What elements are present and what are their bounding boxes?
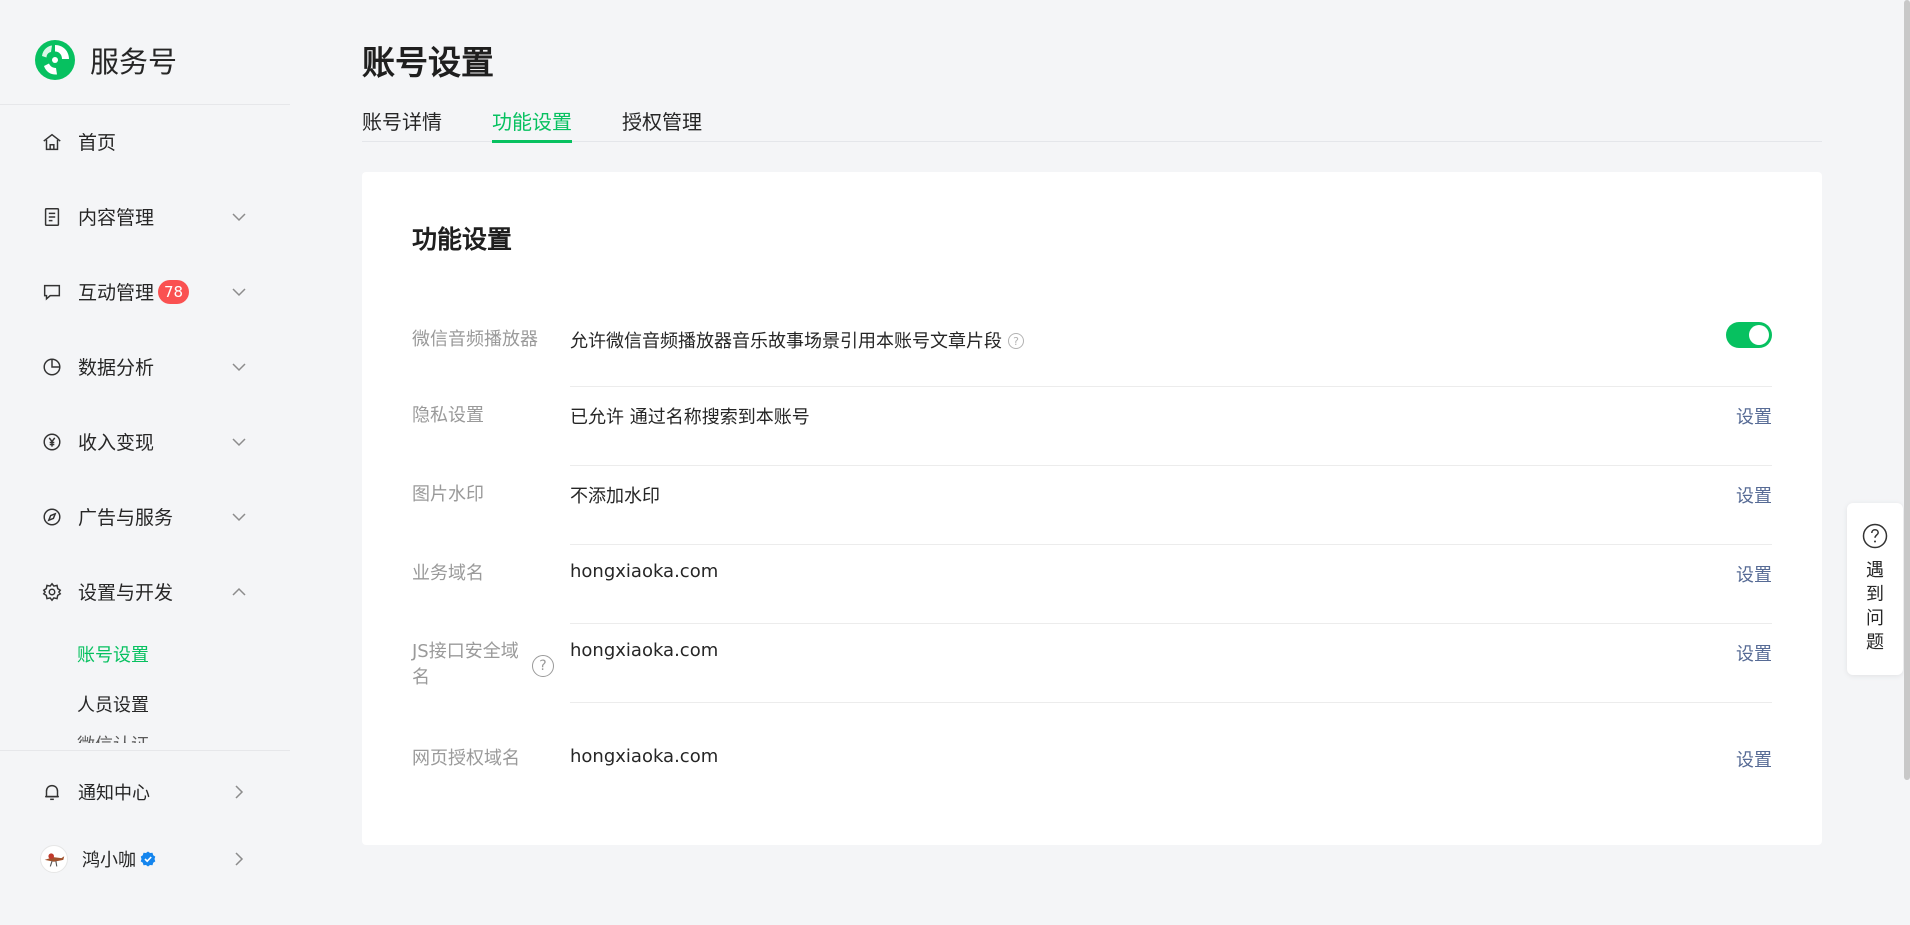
home-icon [40, 130, 64, 154]
sidebar-item-label: 互动管理 [78, 282, 155, 304]
row-divider [570, 544, 1772, 545]
help-floating-button[interactable]: 遇到问题 [1847, 503, 1903, 675]
sidebar-item-monetization[interactable]: 收入变现 [0, 404, 290, 479]
privacy-settings-link[interactable]: 设置 [1736, 403, 1772, 429]
setting-label-line1: JS接口安全域 [412, 641, 519, 662]
chevron-down-icon [230, 208, 248, 226]
row-divider [570, 465, 1772, 466]
chevron-right-icon [230, 850, 248, 868]
setting-row-business-domain: 业务域名 hongxiaoka.com 设置 [412, 558, 1772, 638]
message-icon [40, 280, 64, 304]
setting-row-oauth-domain: 网页授权域名 hongxiaoka.com 设置 [412, 743, 1772, 803]
pie-chart-icon [40, 355, 64, 379]
yen-icon [40, 430, 64, 454]
setting-value: 已允许 通过名称搜索到本账号 [570, 407, 810, 428]
notification-label: 通知中心 [78, 783, 150, 804]
feature-settings-card: 功能设置 微信音频播放器 允许微信音频播放器音乐故事场景引用本账号文章片段? 隐… [362, 172, 1822, 845]
setting-row-watermark: 图片水印 不添加水印 设置 [412, 479, 1772, 559]
chevron-down-icon [230, 508, 248, 526]
sidebar-item-analytics[interactable]: 数据分析 [0, 329, 290, 404]
page-scrollbar[interactable] [1904, 0, 1910, 780]
setting-label-line2: 名 [412, 667, 430, 688]
chevron-up-icon [230, 583, 248, 601]
setting-value-text: 允许微信音频播放器音乐故事场景引用本账号文章片段 [570, 331, 1002, 352]
business-domain-settings-link[interactable]: 设置 [1736, 561, 1772, 587]
setting-row-js-domain: JS接口安全域 名 ? hongxiaoka.com 设置 [412, 637, 1772, 743]
row-divider [570, 386, 1772, 387]
setting-row-audio-player: 微信音频播放器 允许微信音频播放器音乐故事场景引用本账号文章片段? [412, 320, 1772, 400]
page-title: 账号设置 [362, 43, 494, 82]
sidebar-item-label: 首页 [78, 132, 117, 154]
setting-value: hongxiaoka.com [570, 561, 719, 582]
chevron-down-icon [230, 358, 248, 376]
setting-label: JS接口安全域 名 [412, 639, 522, 691]
setting-value: 允许微信音频播放器音乐故事场景引用本账号文章片段? [570, 327, 1024, 353]
sidebar-item-label: 内容管理 [78, 207, 155, 229]
toggle-knob [1749, 325, 1769, 345]
sidebar-item-label: 数据分析 [78, 357, 155, 379]
brand[interactable]: 服务号 [34, 38, 177, 82]
row-divider [570, 623, 1772, 624]
help-label: 遇到问题 [1866, 560, 1884, 653]
compass-icon [40, 505, 64, 529]
audio-player-toggle[interactable] [1726, 322, 1772, 348]
sidebar: 服务号 首页 内容管理 互动管理 78 数据分析 收入变现 广告与服务 设置与开… [0, 0, 290, 925]
help-question-icon[interactable]: ? [532, 655, 554, 677]
sidebar-item-label: 广告与服务 [78, 507, 174, 529]
oauth-domain-settings-link[interactable]: 设置 [1736, 746, 1772, 772]
setting-value: hongxiaoka.com [570, 640, 719, 661]
gear-icon [40, 580, 64, 604]
sidebar-item-ads[interactable]: 广告与服务 [0, 479, 290, 554]
sidebar-subitem-member-settings[interactable]: 人员设置 [0, 679, 290, 729]
app-root: 服务号 首页 内容管理 互动管理 78 数据分析 收入变现 广告与服务 设置与开… [0, 0, 1910, 925]
js-domain-settings-link[interactable]: 设置 [1736, 640, 1772, 666]
tab-bar: 账号详情 功能设置 授权管理 [362, 106, 1822, 143]
setting-row-privacy: 隐私设置 已允许 通过名称搜索到本账号 设置 [412, 400, 1772, 480]
avatar [40, 845, 68, 873]
brand-logo-icon [35, 40, 75, 80]
sidebar-item-label: 设置与开发 [78, 582, 174, 604]
row-divider [570, 702, 1772, 703]
tab-authorization[interactable]: 授权管理 [622, 106, 702, 142]
question-circle-icon [1862, 523, 1888, 549]
notification-center[interactable]: 通知中心 [0, 762, 290, 822]
sidebar-subitem-clipped-label: 微信认证 [77, 735, 149, 743]
setting-value: 不添加水印 [570, 486, 660, 507]
sidebar-item-label: 收入变现 [78, 432, 155, 454]
sidebar-subitem-account-settings[interactable]: 账号设置 [0, 629, 290, 679]
chevron-right-icon [230, 783, 248, 801]
chevron-down-icon [230, 433, 248, 451]
setting-label: 图片水印 [412, 484, 484, 505]
brand-name: 服务号 [90, 45, 178, 79]
setting-label: 业务域名 [412, 563, 484, 584]
card-title: 功能设置 [412, 225, 513, 254]
setting-label: 微信音频播放器 [412, 329, 538, 350]
sidebar-item-settings[interactable]: 设置与开发 [0, 554, 290, 629]
tab-feature-settings[interactable]: 功能设置 [492, 106, 572, 143]
bell-icon [40, 780, 64, 804]
sidebar-item-home[interactable]: 首页 [0, 104, 290, 179]
watermark-settings-link[interactable]: 设置 [1736, 482, 1772, 508]
setting-value: hongxiaoka.com [570, 746, 719, 767]
sidebar-subitem-clipped[interactable]: 微信认证 [0, 729, 290, 743]
chevron-down-icon [230, 283, 248, 301]
sidebar-item-interaction[interactable]: 互动管理 78 [0, 254, 290, 329]
sidebar-nav: 首页 内容管理 互动管理 78 数据分析 收入变现 广告与服务 设置与开发 账号… [0, 104, 290, 743]
sidebar-bottom-divider [0, 750, 290, 751]
help-question-icon[interactable]: ? [1008, 333, 1024, 349]
account-profile[interactable]: 鸿小咖 [0, 829, 290, 889]
unread-badge: 78 [158, 279, 190, 304]
sidebar-item-content[interactable]: 内容管理 [0, 179, 290, 254]
tab-account-details[interactable]: 账号详情 [362, 106, 442, 142]
setting-label: 网页授权域名 [412, 748, 520, 769]
setting-label: 隐私设置 [412, 405, 484, 426]
verified-icon [140, 851, 156, 867]
account-name: 鸿小咖 [82, 850, 136, 871]
document-icon [40, 205, 64, 229]
